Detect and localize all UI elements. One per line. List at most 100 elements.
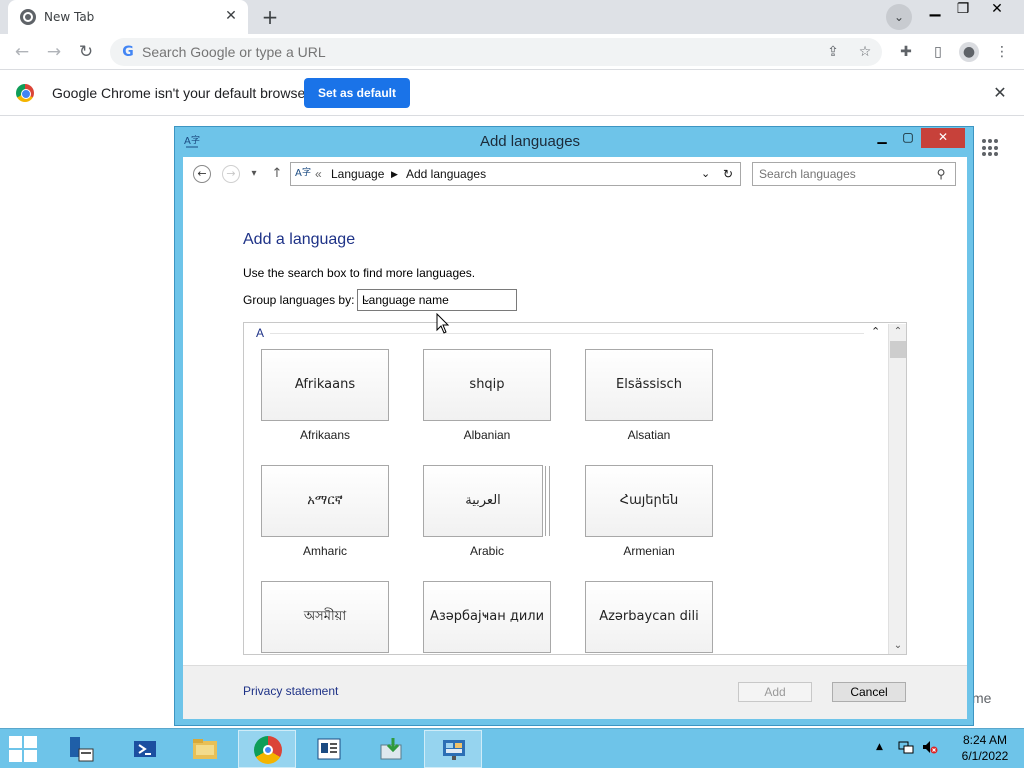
window-minimize-icon[interactable]: ▁: [869, 128, 895, 148]
new-tab-button[interactable]: +: [256, 4, 284, 30]
tab-search-icon[interactable]: ⌄: [886, 4, 912, 30]
language-name: Afrikaans: [299, 428, 351, 442]
breadcrumb-language[interactable]: Language: [331, 167, 384, 181]
chrome-taskbar-icon[interactable]: [238, 730, 296, 768]
breadcrumb-add-languages[interactable]: Add languages: [406, 167, 486, 181]
taskbar: ▲ 8:24 AM 6/1/2022: [0, 728, 1024, 768]
window-titlebar: A字 Add languages ▁ ▢ ✕: [175, 127, 973, 157]
apps-grid-icon[interactable]: [982, 139, 1000, 157]
add-languages-window: A字 Add languages ▁ ▢ ✕ ← → ▾ ↑ A字 « Lang…: [174, 126, 974, 726]
side-panel-icon[interactable]: ▯: [928, 42, 948, 62]
address-dropdown-icon[interactable]: ⌄: [701, 167, 710, 180]
breadcrumb-separator-icon[interactable]: ▶: [391, 169, 398, 180]
back-arrow-icon[interactable]: ←: [10, 40, 34, 64]
add-button[interactable]: Add: [738, 682, 812, 702]
reload-icon[interactable]: ↻: [74, 40, 98, 64]
forward-arrow-icon[interactable]: →: [42, 40, 66, 64]
address-bar[interactable]: A字 « Language ▶ Add languages ⌄ ↻: [290, 162, 741, 186]
language-tile[interactable]: Elsässisch Alsatian: [585, 349, 713, 442]
navigation-bar: ← → ▾ ↑ A字 « Language ▶ Add languages ⌄ …: [183, 157, 967, 191]
language-native-name: Azərbaycan dili: [585, 581, 713, 653]
group-header-letter[interactable]: A: [256, 326, 264, 340]
bookmark-star-icon[interactable]: ☆: [856, 43, 874, 61]
language-list: A ⌃ Afrikaans Afrikaans shqip Albanian E…: [243, 322, 907, 655]
profile-avatar-icon[interactable]: ●: [959, 42, 979, 62]
svg-text:字: 字: [302, 166, 311, 178]
language-tile[interactable]: Հայերեն Armenian: [585, 465, 713, 558]
up-arrow-icon[interactable]: ↑: [270, 167, 284, 181]
back-icon[interactable]: ←: [193, 165, 211, 183]
share-icon[interactable]: ⇪: [824, 43, 842, 61]
language-name: Amharic: [302, 544, 347, 558]
refresh-icon[interactable]: ↻: [723, 167, 733, 181]
vertical-scrollbar[interactable]: ⌃ ⌄: [888, 324, 906, 654]
scroll-thumb[interactable]: [890, 341, 906, 358]
search-icon[interactable]: ⚲: [933, 166, 949, 182]
breadcrumb-overflow[interactable]: «: [315, 167, 322, 181]
restore-icon[interactable]: ❐: [950, 0, 976, 20]
minimize-icon[interactable]: ▁: [922, 0, 948, 20]
system-clock[interactable]: 8:24 AM 6/1/2022: [950, 732, 1020, 764]
instruction-text: Use the search box to find more language…: [243, 266, 476, 280]
scroll-up-icon[interactable]: ⌃: [889, 324, 906, 340]
tab-new-tab[interactable]: New Tab ✕: [8, 0, 248, 34]
network-icon[interactable]: [898, 739, 914, 758]
chrome-logo-icon: [16, 84, 34, 102]
document-viewer-taskbar-icon[interactable]: [300, 730, 358, 768]
cancel-button[interactable]: Cancel: [832, 682, 906, 702]
menu-kebab-icon[interactable]: ⋮: [992, 42, 1012, 62]
search-languages-box[interactable]: ⚲: [752, 162, 956, 186]
scroll-down-icon[interactable]: ⌄: [889, 638, 906, 654]
language-native-name: অসমীয়া: [261, 581, 389, 653]
group-by-select[interactable]: Language name ⌄: [357, 289, 517, 311]
recent-locations-icon[interactable]: ▾: [247, 167, 261, 181]
mouse-cursor-icon: [436, 313, 450, 334]
set-as-default-button[interactable]: Set as default: [304, 78, 410, 108]
show-hidden-icons-icon[interactable]: ▲: [876, 742, 883, 752]
language-native-name: العربية: [423, 465, 543, 537]
omnibox[interactable]: G ⇪ ☆: [110, 38, 882, 66]
partial-page-text: me: [972, 690, 992, 706]
chevron-down-icon: ⌄: [362, 293, 372, 305]
tab-close-icon[interactable]: ✕: [222, 7, 240, 25]
tab-strip: New Tab ✕ + ⌄ ▁ ❐ ✕: [0, 0, 1024, 34]
language-name: Arabic: [469, 544, 504, 558]
close-window-icon[interactable]: ✕: [984, 0, 1010, 20]
language-tile[interactable]: አማርኛ Amharic: [261, 465, 389, 558]
group-by-label: Group languages by:: [243, 293, 355, 307]
server-manager-taskbar-icon[interactable]: [52, 730, 110, 768]
language-native-name: Հայերեն: [585, 465, 713, 537]
google-icon: G: [122, 44, 134, 60]
language-tile[interactable]: Azərbaycan dili: [585, 581, 713, 653]
infobar-close-icon[interactable]: ✕: [990, 83, 1010, 103]
language-native-name: Азәрбајҹан дили: [423, 581, 551, 653]
control-panel-taskbar-icon[interactable]: [424, 730, 482, 768]
language-tile[interactable]: Азәрбајҹан дили: [423, 581, 551, 653]
group-divider: [270, 333, 864, 334]
tab-title: New Tab: [44, 10, 95, 24]
volume-muted-icon[interactable]: [922, 739, 938, 758]
language-name: Alsatian: [627, 428, 671, 442]
language-tile[interactable]: shqip Albanian: [423, 349, 551, 442]
address-language-icon: A字: [294, 165, 312, 186]
language-native-name: shqip: [423, 349, 551, 421]
install-taskbar-icon[interactable]: [362, 730, 420, 768]
windows-start-icon[interactable]: [8, 735, 38, 763]
omnibox-input[interactable]: [142, 42, 822, 62]
search-languages-input[interactable]: [759, 166, 929, 182]
collapse-group-icon[interactable]: ⌃: [871, 325, 880, 338]
language-tile[interactable]: العربية Arabic: [423, 465, 551, 558]
extensions-icon[interactable]: ✚: [896, 42, 916, 62]
language-tile[interactable]: অসমীয়া: [261, 581, 389, 653]
powershell-taskbar-icon[interactable]: [116, 730, 174, 768]
window-close-icon[interactable]: ✕: [921, 128, 965, 148]
clock-date: 6/1/2022: [961, 749, 1009, 763]
forward-icon[interactable]: →: [222, 165, 240, 183]
language-tile[interactable]: Afrikaans Afrikaans: [261, 349, 389, 442]
window-title: Add languages: [479, 133, 581, 150]
window-maximize-icon[interactable]: ▢: [895, 128, 921, 148]
privacy-statement-link[interactable]: Privacy statement: [243, 684, 338, 698]
language-name: Albanian: [463, 428, 511, 442]
language-native-name: Afrikaans: [261, 349, 389, 421]
file-explorer-taskbar-icon[interactable]: [176, 730, 234, 768]
